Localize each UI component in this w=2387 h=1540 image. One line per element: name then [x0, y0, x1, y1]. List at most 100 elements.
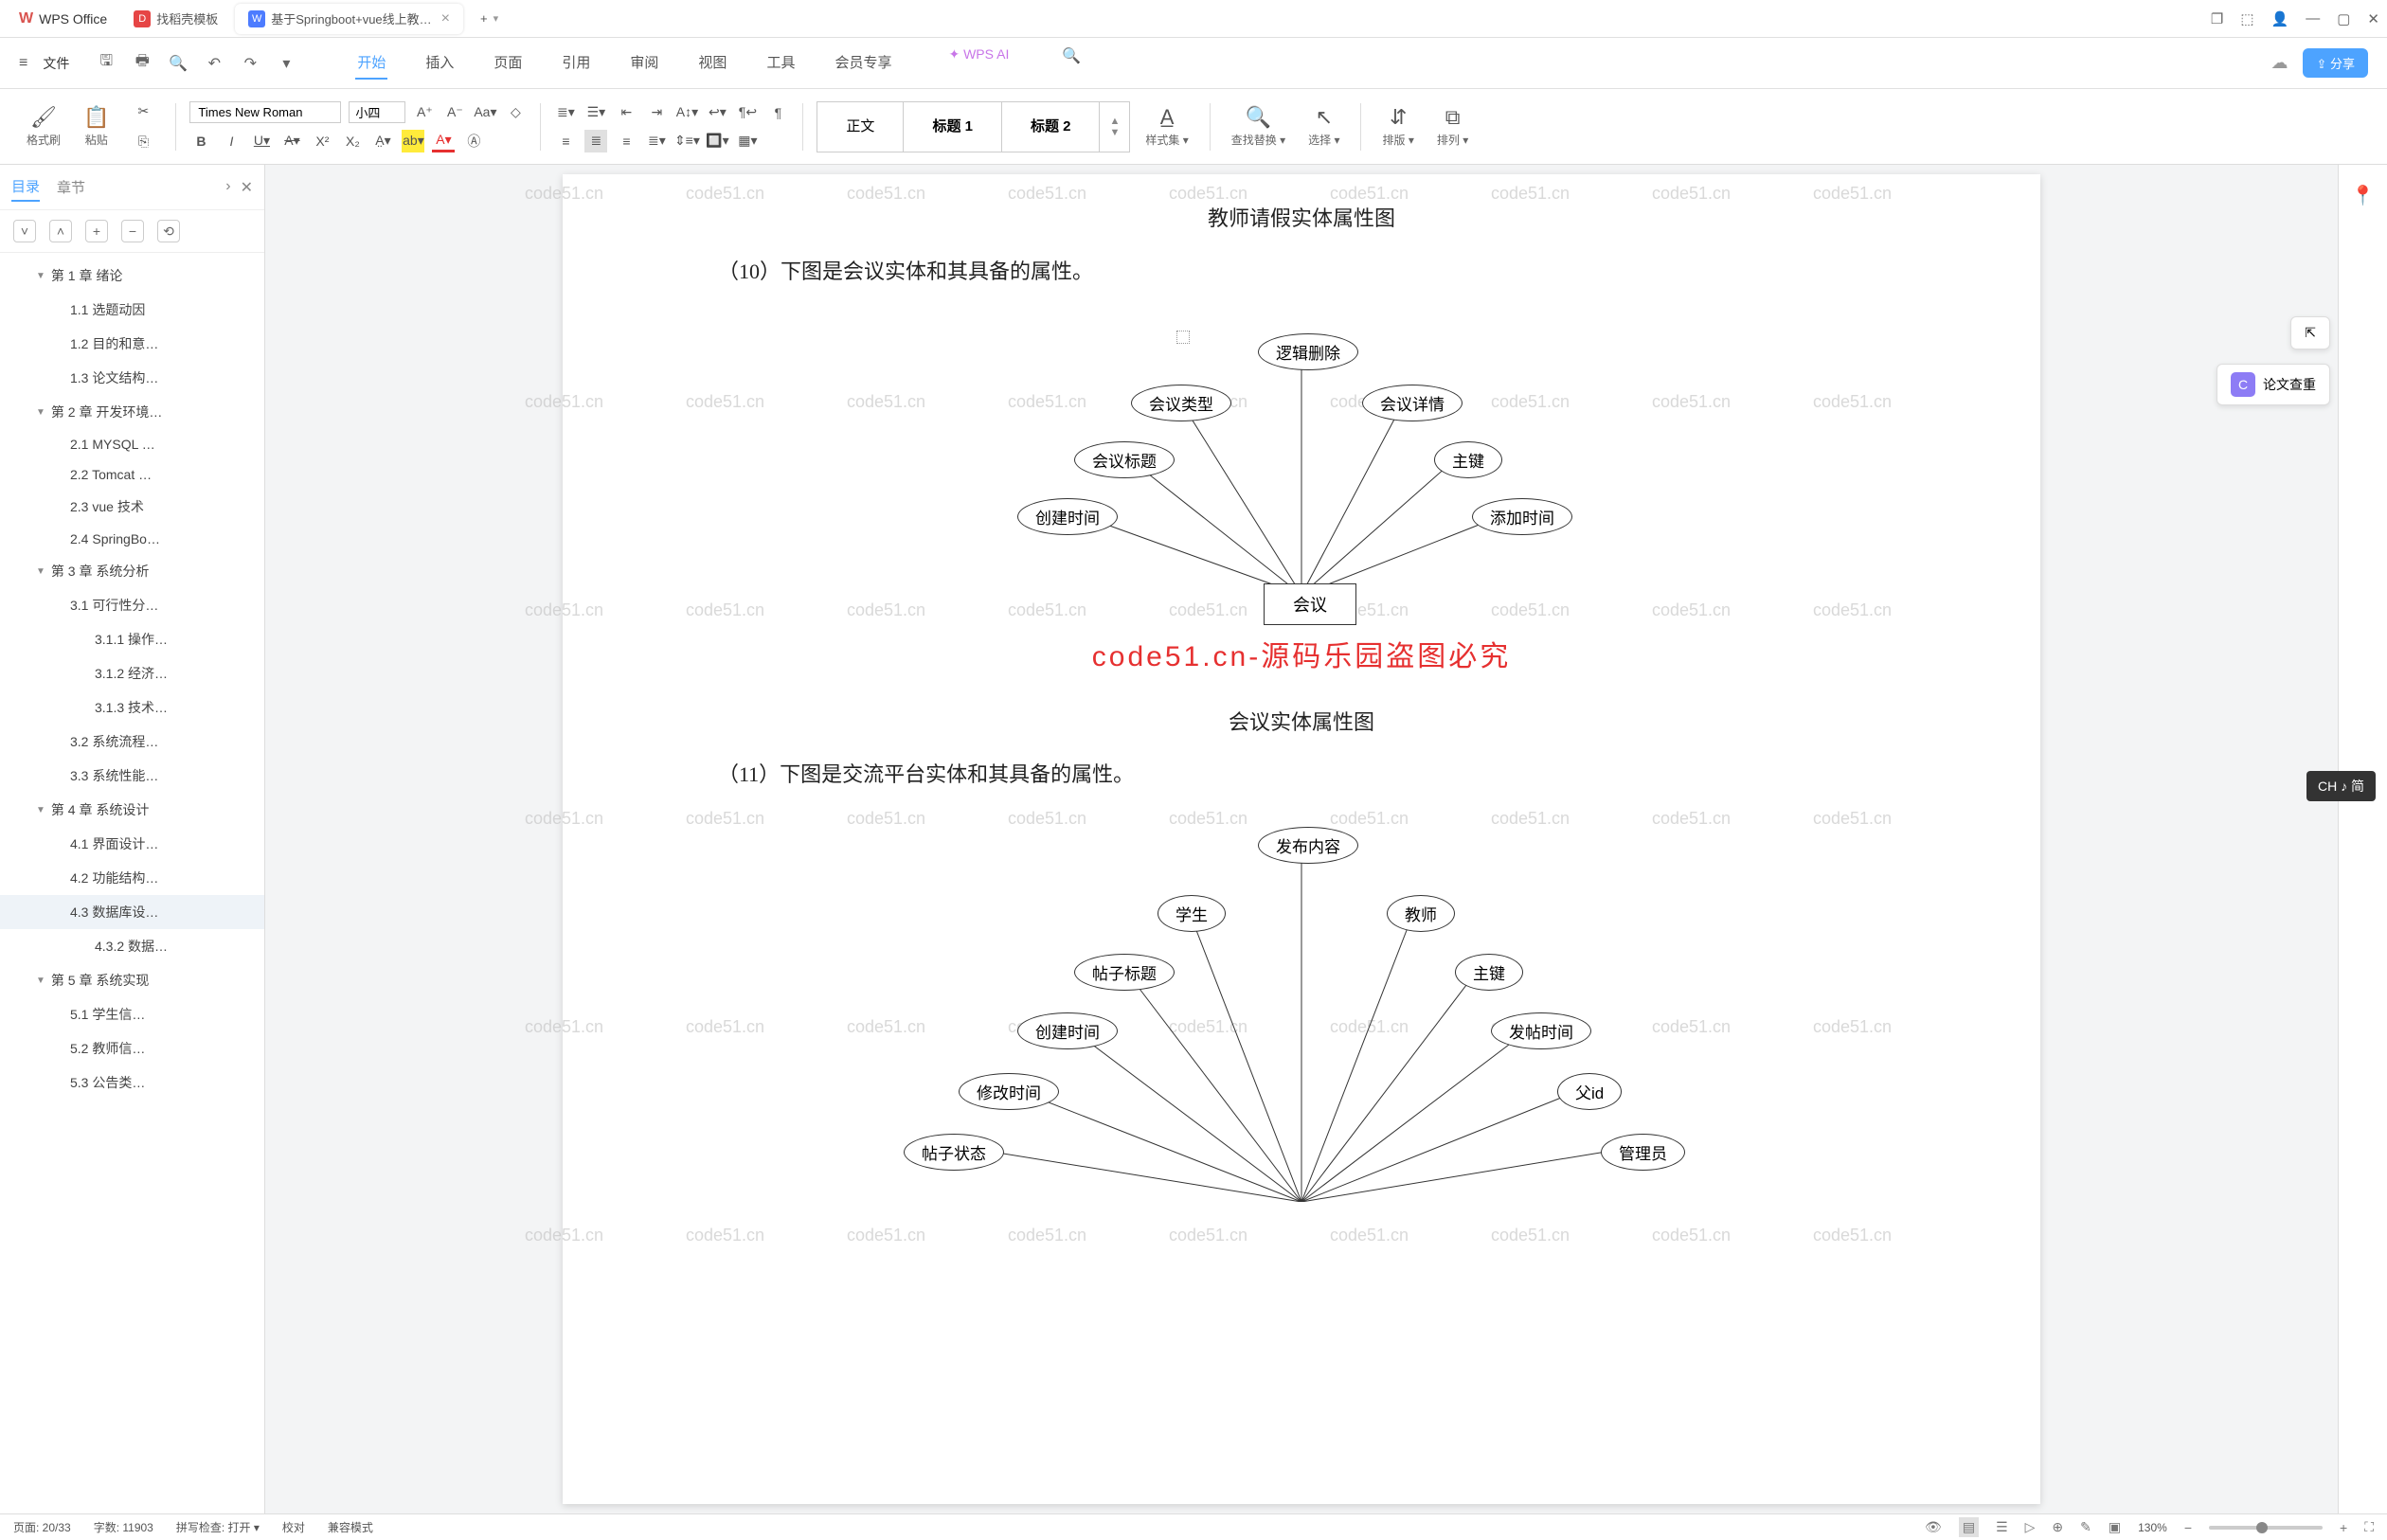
- toc-item[interactable]: 3.1.3 技术…: [0, 690, 264, 725]
- bold-icon[interactable]: B: [189, 130, 212, 152]
- line-spacing-icon[interactable]: ⇕≡▾: [675, 130, 698, 152]
- tab-document[interactable]: W基于Springboot+vue线上教…×: [235, 4, 463, 34]
- style-body[interactable]: 正文: [817, 102, 904, 152]
- read-view-icon[interactable]: ▷: [2025, 1519, 2036, 1535]
- show-marks-icon[interactable]: ¶: [766, 101, 789, 124]
- fit-page-icon[interactable]: ⛶: [2364, 1519, 2374, 1535]
- tab-vip[interactable]: 会员专享: [833, 46, 893, 80]
- tab-tool[interactable]: 工具: [764, 46, 797, 80]
- style-more[interactable]: ▲▼: [1100, 102, 1129, 152]
- float-plagiarism-button[interactable]: C论文查重: [2216, 364, 2330, 405]
- toc-item[interactable]: 4.3.2 数据…: [0, 929, 264, 963]
- toc-item[interactable]: 第 1 章 绪论: [0, 259, 264, 293]
- status-proof[interactable]: 校对: [282, 1519, 305, 1535]
- add-section-icon[interactable]: +: [85, 220, 108, 242]
- toc-item[interactable]: 5.1 学生信…: [0, 997, 264, 1031]
- increase-font-icon[interactable]: A⁺: [413, 101, 436, 124]
- toc-item[interactable]: 3.1.2 经济…: [0, 656, 264, 690]
- window-overlap-icon[interactable]: ❐: [2211, 10, 2223, 27]
- style-h2[interactable]: 标题 2: [1002, 102, 1101, 152]
- web-view-icon[interactable]: ⊕: [2052, 1519, 2063, 1535]
- cloud-icon[interactable]: ☁: [2270, 53, 2288, 73]
- collapse-icon[interactable]: ˅: [13, 220, 36, 242]
- tab-ref[interactable]: 引用: [560, 46, 592, 80]
- ime-indicator[interactable]: CH ♪ 简: [2306, 771, 2376, 801]
- minimize-icon[interactable]: —: [2306, 10, 2320, 27]
- para-wrap-icon[interactable]: ¶↩: [736, 101, 759, 124]
- borders-icon[interactable]: ▦▾: [736, 130, 759, 152]
- toc-item[interactable]: 4.1 界面设计…: [0, 827, 264, 861]
- decrease-indent-icon[interactable]: ⇤: [615, 101, 637, 124]
- align-right-icon[interactable]: ≡: [615, 130, 637, 152]
- print-icon[interactable]: 🖶: [130, 51, 154, 76]
- highlight-icon[interactable]: ab▾: [402, 130, 424, 152]
- maximize-icon[interactable]: ▢: [2337, 10, 2350, 27]
- toc-item[interactable]: 2.3 vue 技术: [0, 490, 264, 524]
- toc-item[interactable]: 2.4 SpringBo…: [0, 524, 264, 554]
- status-spell[interactable]: 拼写检查: 打开 ▾: [176, 1519, 260, 1535]
- find-replace-button[interactable]: 🔍查找替换 ▾: [1224, 105, 1293, 148]
- enclose-icon[interactable]: Ⓐ: [462, 130, 485, 152]
- menu-icon[interactable]: ≡: [19, 55, 27, 72]
- avatar-icon[interactable]: 👤: [2271, 10, 2289, 27]
- format-painter-button[interactable]: 🖌格式刷: [19, 105, 68, 148]
- wrap-icon[interactable]: ↩▾: [706, 101, 728, 124]
- bullets-icon[interactable]: ≣▾: [554, 101, 577, 124]
- toc-item[interactable]: 第 5 章 系统实现: [0, 963, 264, 997]
- toc-item[interactable]: 2.1 MYSQL …: [0, 429, 264, 459]
- status-page[interactable]: 页面: 20/33: [13, 1519, 71, 1535]
- font-size-select[interactable]: [349, 101, 405, 123]
- select-button[interactable]: ↖选择 ▾: [1301, 105, 1347, 148]
- wps-ai-button[interactable]: ✦ WPS AI: [948, 46, 1009, 80]
- float-collapse-button[interactable]: ⇱: [2290, 316, 2330, 349]
- font-family-select[interactable]: [189, 101, 341, 123]
- tab-start[interactable]: 开始: [355, 46, 387, 80]
- remove-section-icon[interactable]: −: [121, 220, 144, 242]
- toc-item[interactable]: 5.2 教师信…: [0, 1031, 264, 1065]
- toc-item[interactable]: 第 4 章 系统设计: [0, 793, 264, 827]
- fullscreen-view-icon[interactable]: ▣: [2109, 1519, 2121, 1535]
- qat-more-icon[interactable]: ▾: [274, 51, 298, 76]
- location-pin-icon[interactable]: 📍: [2351, 184, 2375, 207]
- sort-button[interactable]: ⇵排版 ▾: [1374, 105, 1421, 148]
- toc-item[interactable]: 1.2 目的和意…: [0, 327, 264, 361]
- italic-icon[interactable]: I: [220, 130, 242, 152]
- tab-view[interactable]: 视图: [696, 46, 728, 80]
- link-icon[interactable]: ⟲: [157, 220, 180, 242]
- sidebar-close-icon[interactable]: ✕: [241, 178, 253, 197]
- close-window-icon[interactable]: ✕: [2367, 10, 2379, 27]
- clear-format-icon[interactable]: ◇: [504, 101, 527, 124]
- phonetic-icon[interactable]: A̤▾: [371, 130, 394, 152]
- text-direction-icon[interactable]: A↕▾: [675, 101, 698, 124]
- share-button[interactable]: ⇪ 分享: [2303, 48, 2368, 78]
- underline-icon[interactable]: U▾: [250, 130, 273, 152]
- tab-page[interactable]: 页面: [492, 46, 524, 80]
- toc-item[interactable]: 1.1 选题动因: [0, 293, 264, 327]
- toc-item[interactable]: 3.2 系统流程…: [0, 725, 264, 759]
- numbering-icon[interactable]: ☰▾: [584, 101, 607, 124]
- eye-icon[interactable]: 👁: [1925, 1519, 1942, 1535]
- cut-icon[interactable]: ✂: [132, 100, 154, 123]
- tab-review[interactable]: 审阅: [628, 46, 660, 80]
- sidebar-tab-chapter[interactable]: 章节: [57, 173, 85, 201]
- arrange-button[interactable]: ⧉排列 ▾: [1429, 105, 1476, 148]
- style-gallery[interactable]: 正文 标题 1 标题 2 ▲▼: [817, 101, 1130, 152]
- strike-icon[interactable]: A▾: [280, 130, 303, 152]
- zoom-out-icon[interactable]: −: [2184, 1520, 2192, 1535]
- status-compat[interactable]: 兼容模式: [328, 1519, 373, 1535]
- toc-item[interactable]: 5.3 公告类…: [0, 1065, 264, 1100]
- toc-item[interactable]: 3.1.1 操作…: [0, 622, 264, 656]
- file-menu[interactable]: 文件: [43, 54, 69, 73]
- expand-icon[interactable]: ˄: [49, 220, 72, 242]
- page-view-icon[interactable]: ▤: [1959, 1517, 1979, 1537]
- new-tab-button[interactable]: +▾: [467, 4, 512, 34]
- search-icon[interactable]: 🔍: [1062, 46, 1081, 80]
- toc-item[interactable]: 4.3 数据库设…: [0, 895, 264, 929]
- cube-icon[interactable]: ⬚: [2240, 10, 2253, 27]
- preview-icon[interactable]: 🔍: [166, 51, 190, 76]
- subscript-icon[interactable]: X₂: [341, 130, 364, 152]
- toc-item[interactable]: 1.3 论文结构…: [0, 361, 264, 395]
- align-justify-icon[interactable]: ≣▾: [645, 130, 668, 152]
- save-icon[interactable]: 🖫: [94, 51, 118, 76]
- toc-item[interactable]: 2.2 Tomcat …: [0, 459, 264, 490]
